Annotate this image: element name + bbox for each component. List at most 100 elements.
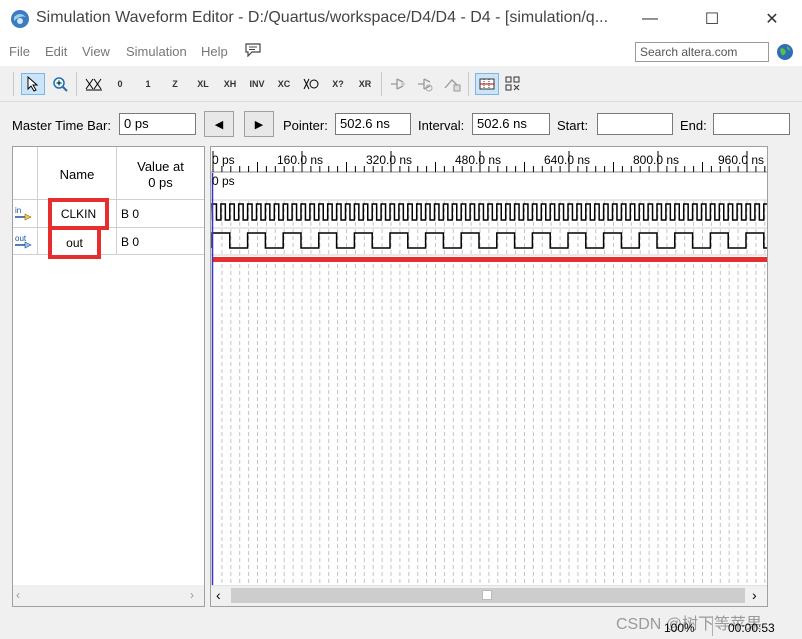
invert-icon: INV — [249, 79, 265, 89]
run-timing-simulation-button[interactable] — [413, 73, 437, 95]
interval-field[interactable]: 502.6 ns — [472, 113, 550, 135]
prev-transition-button[interactable]: ◀ — [204, 111, 234, 137]
feedback-icon[interactable] — [245, 43, 261, 57]
red-annotation-line — [212, 257, 767, 262]
time-label: 0 ps — [212, 153, 235, 167]
scroll-left-arrow-icon[interactable]: ‹ — [216, 587, 221, 603]
start-field[interactable] — [597, 113, 673, 135]
end-label: End: — [680, 118, 707, 133]
random-values-icon: X? — [332, 79, 344, 89]
search-input[interactable] — [635, 42, 769, 62]
selection-tool-icon — [27, 76, 39, 92]
run-timing-simulation-icon — [418, 78, 433, 92]
end-field[interactable] — [713, 113, 790, 135]
globe-icon[interactable] — [776, 43, 794, 61]
start-label: Start: — [557, 118, 589, 133]
panel-gap — [768, 146, 772, 607]
clkin-waveform — [211, 203, 767, 221]
toolbar-grip — [13, 72, 14, 96]
count-value-button[interactable] — [299, 73, 323, 95]
force-weak-low-icon: XL — [197, 79, 209, 89]
column-divider — [37, 147, 38, 254]
time-label: 480.0 ns — [455, 153, 502, 167]
maximize-button[interactable]: ☐ — [692, 4, 732, 34]
invert-button[interactable]: INV — [245, 73, 269, 95]
force-unknown-icon — [85, 78, 102, 91]
toolbar-separator — [468, 72, 469, 96]
random-values-button[interactable]: X? — [326, 73, 350, 95]
generate-netlist-icon — [444, 79, 461, 92]
force-high-icon: 1 — [145, 79, 151, 89]
run-functional-simulation-button[interactable] — [386, 73, 410, 95]
close-button[interactable]: ✕ — [752, 4, 792, 34]
overwrite-values-icon: XR — [358, 79, 372, 89]
menu-simulation[interactable]: Simulation — [126, 44, 187, 59]
menu-help[interactable]: Help — [201, 44, 228, 59]
run-functional-simulation-icon — [391, 78, 405, 90]
minimize-button[interactable]: — — [630, 4, 670, 34]
out-waveform — [211, 232, 767, 249]
grid-settings-button[interactable] — [501, 73, 525, 95]
pointer-field[interactable]: 502.6 ns — [335, 113, 411, 135]
time-label: 320.0 ns — [366, 153, 413, 167]
menu-file[interactable]: File — [9, 44, 30, 59]
toolbar-separator — [76, 72, 77, 96]
master-time-bar-field[interactable]: 0 ps — [119, 113, 196, 135]
interval-label: Interval: — [418, 118, 465, 133]
waveform-panel[interactable] — [210, 146, 768, 607]
svg-text:out: out — [15, 234, 27, 243]
force-weak-high-button[interactable]: XH — [218, 73, 242, 95]
input-pin-icon: in — [15, 206, 32, 221]
force-high-impedance-button[interactable]: Z — [163, 73, 187, 95]
snap-to-grid-icon — [479, 78, 495, 90]
next-transition-button[interactable]: ▶ — [244, 111, 274, 137]
scroll-right-arrow-icon[interactable]: › — [752, 587, 757, 603]
force-unknown-button[interactable] — [82, 73, 106, 95]
generate-netlist-button[interactable] — [440, 73, 464, 95]
value-column-header-line2: 0 ps — [148, 175, 173, 190]
zoom-tool-icon — [53, 77, 68, 92]
snap-to-grid-button[interactable] — [475, 73, 499, 95]
quartus-app-icon — [11, 10, 29, 28]
force-low-button[interactable]: 0 — [108, 73, 132, 95]
scroll-left-arrow-icon[interactable]: ‹ — [16, 588, 20, 602]
value-column-header-line1[interactable]: Value at — [117, 159, 204, 174]
force-high-impedance-icon: Z — [172, 79, 178, 89]
toolbar-separator — [381, 72, 382, 96]
svg-text:in: in — [15, 206, 21, 215]
pointer-label: Pointer: — [283, 118, 328, 133]
signal-value-out: B 0 — [121, 235, 140, 249]
time-label: 640.0 ns — [544, 153, 591, 167]
clock-icon: XC — [277, 79, 291, 89]
grid-settings-icon — [505, 76, 520, 91]
output-pin-icon: out — [15, 234, 32, 249]
time-label: 960.0 ns — [718, 153, 765, 167]
signal-name-out[interactable]: out — [52, 230, 97, 255]
force-weak-high-icon: XH — [223, 79, 237, 89]
clock-button[interactable]: XC — [272, 73, 296, 95]
force-high-button[interactable]: 1 — [136, 73, 160, 95]
name-column-header[interactable]: Name — [38, 167, 116, 182]
cursor-time-label: 0 ps — [212, 174, 235, 188]
selection-tool-button[interactable] — [21, 73, 45, 95]
waveform-canvas[interactable] — [211, 147, 768, 607]
zoom-tool-button[interactable] — [48, 73, 72, 95]
master-time-bar-label: Master Time Bar: — [12, 118, 111, 133]
row-divider — [13, 254, 204, 255]
scroll-right-arrow-icon[interactable]: › — [190, 588, 194, 602]
elapsed-time: 00:00:53 — [728, 621, 775, 635]
overwrite-values-button[interactable]: XR — [353, 73, 377, 95]
zoom-level: 100% — [664, 621, 695, 635]
scrollbar-grip-icon — [482, 590, 492, 600]
time-label: 800.0 ns — [633, 153, 680, 167]
window-title: Simulation Waveform Editor - D:/Quartus/… — [36, 9, 609, 26]
count-value-icon — [303, 78, 319, 90]
menu-view[interactable]: View — [82, 44, 110, 59]
signal-name-clkin[interactable]: CLKIN — [52, 202, 105, 226]
menu-edit[interactable]: Edit — [45, 44, 67, 59]
signal-list-horizontal-scrollbar[interactable] — [13, 585, 204, 606]
status-divider — [712, 616, 713, 636]
force-low-icon: 0 — [117, 79, 123, 89]
force-weak-low-button[interactable]: XL — [191, 73, 215, 95]
time-label: 160.0 ns — [277, 153, 324, 167]
